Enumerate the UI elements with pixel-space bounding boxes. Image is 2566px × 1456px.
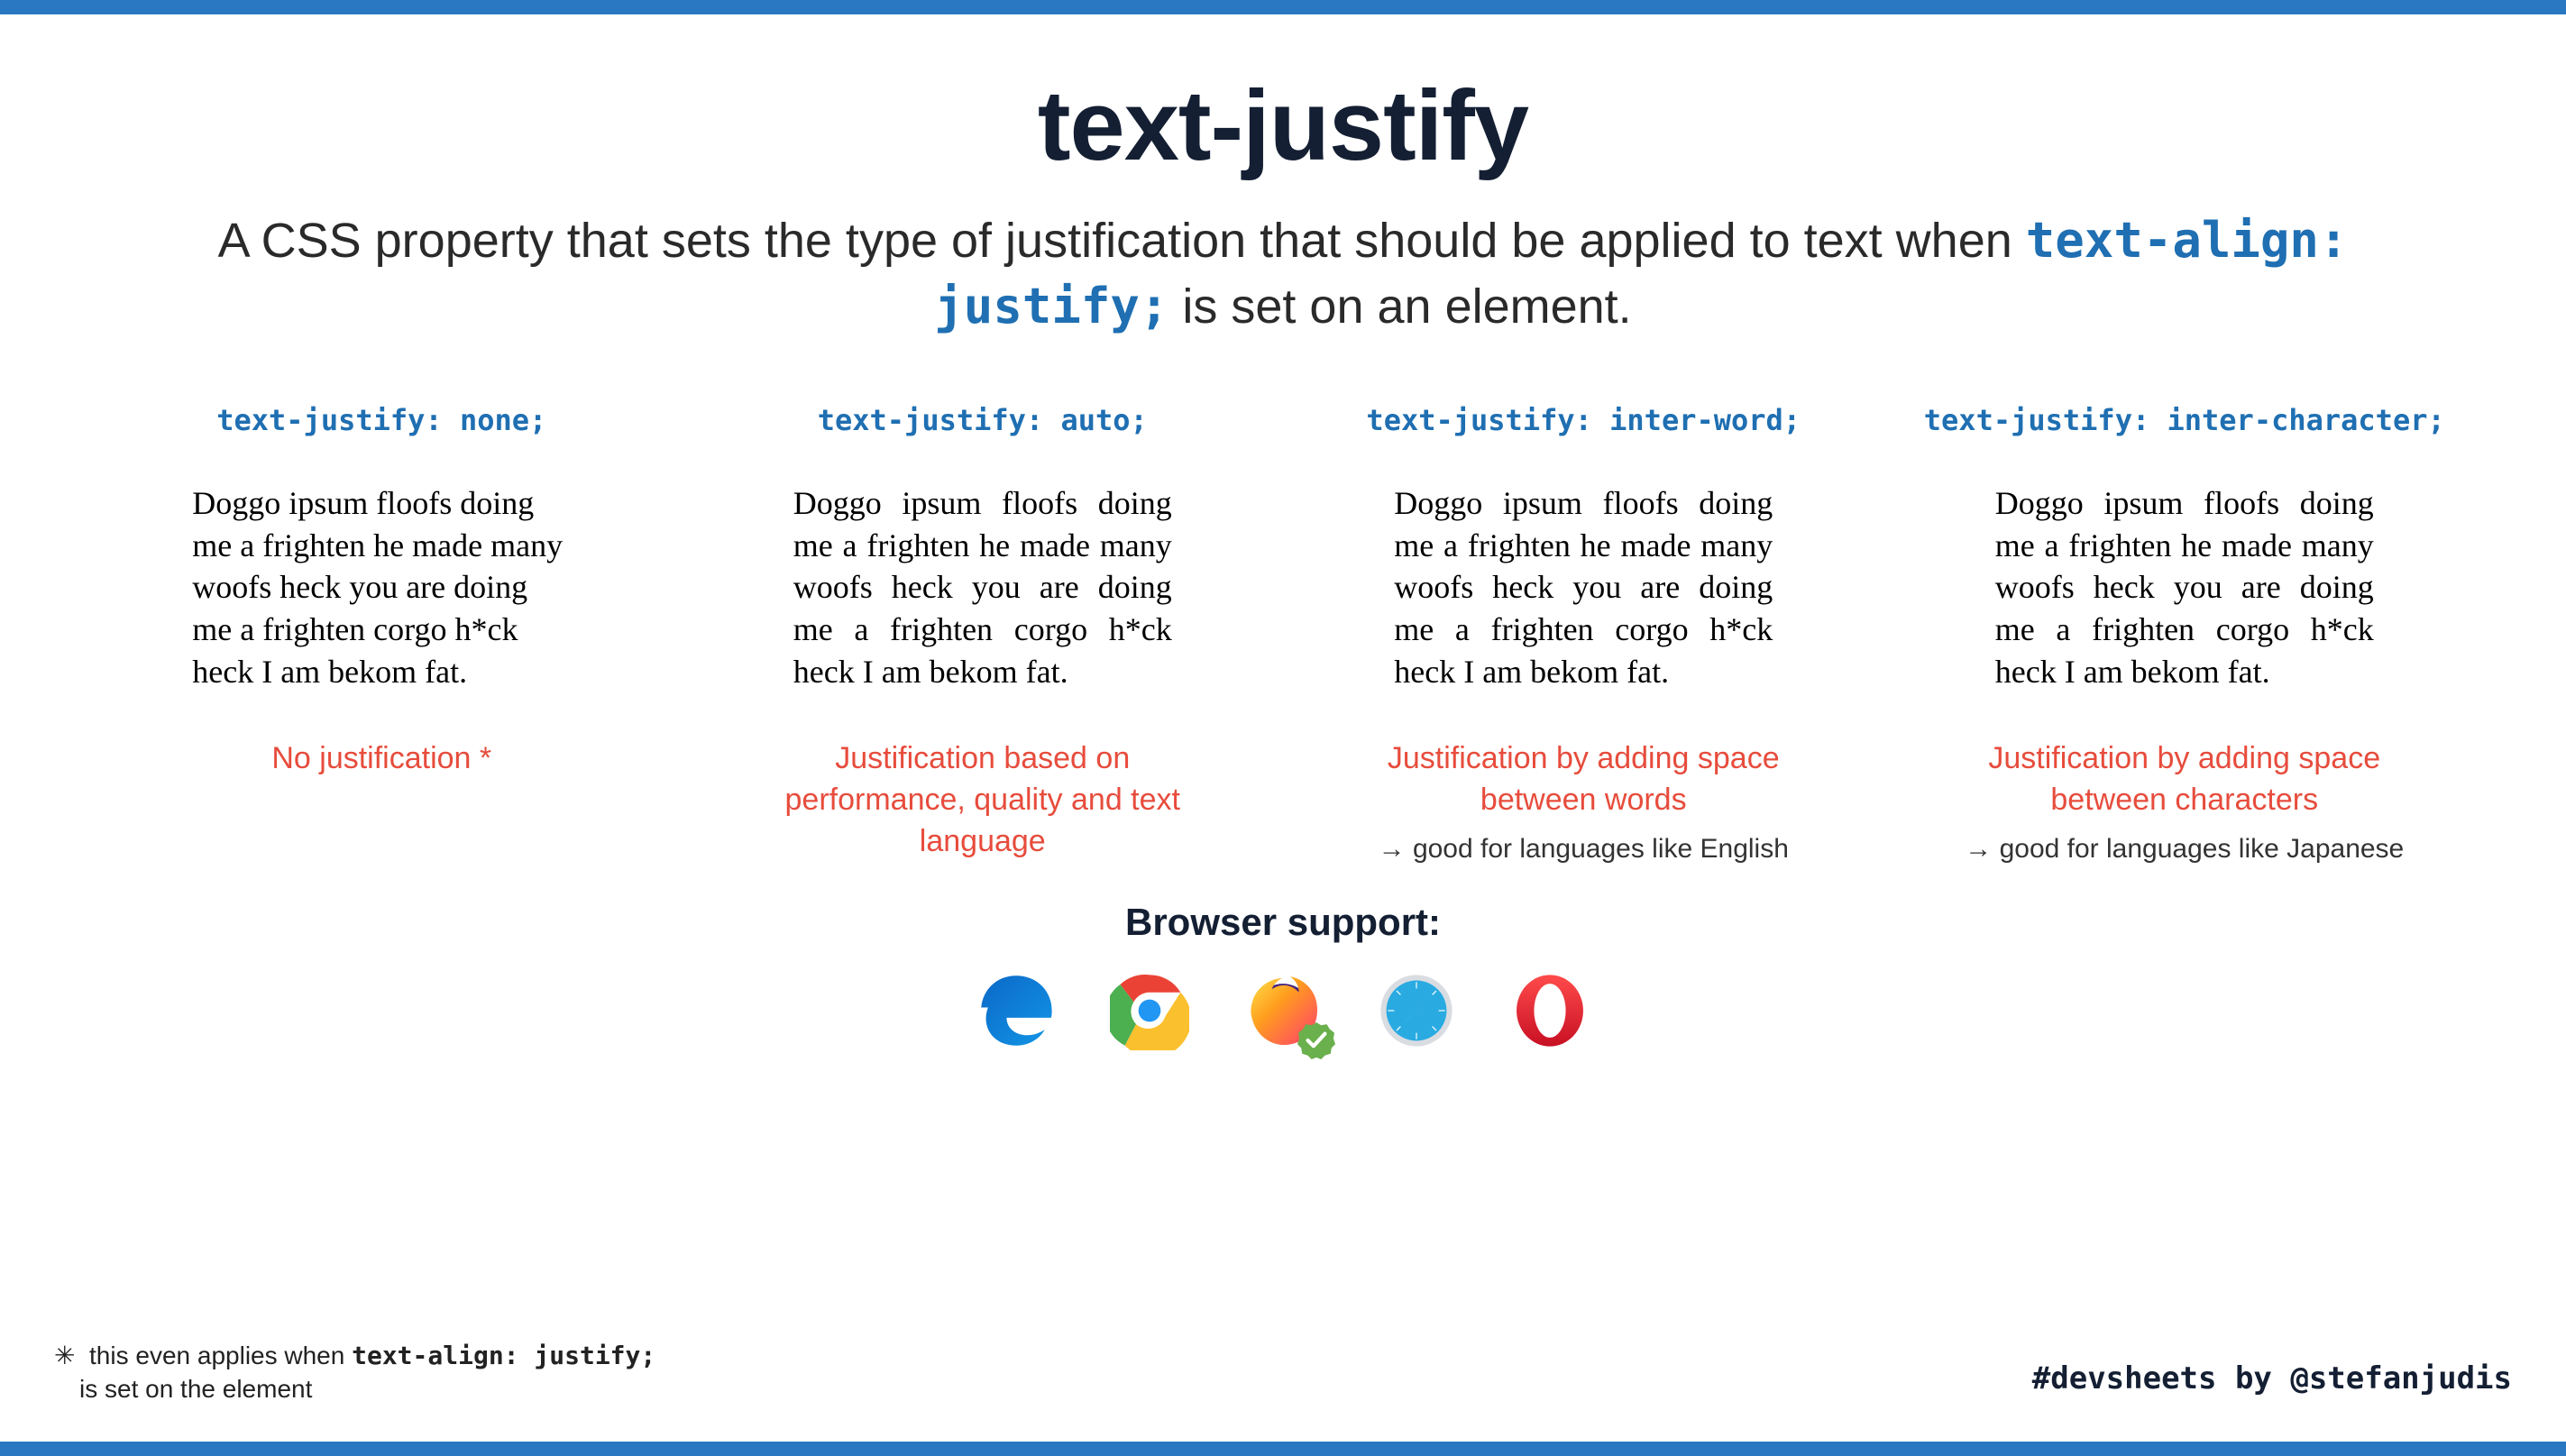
example-sample-text: Doggo ipsum floofs doing me a frighten h… (793, 482, 1172, 693)
example-caption: Justification based on performance, qual… (766, 738, 1199, 863)
footnote-marker: ✳ (54, 1342, 75, 1369)
footnote-code: text-align: justify; (352, 1341, 655, 1370)
example-hint: good for languages like Japanese (1965, 834, 2404, 865)
example-code-header: text-justify: inter-word; (1366, 403, 1801, 437)
edge-icon (976, 971, 1056, 1050)
subtitle-text-pre: A CSS property that sets the type of jus… (218, 214, 2026, 268)
example-hint: good for languages like English (1379, 834, 1789, 865)
example-caption: No justification * (271, 738, 491, 780)
full-support-badge-icon (1297, 1021, 1335, 1059)
browser-icons-row (54, 971, 2512, 1050)
firefox-icon (1243, 971, 1323, 1050)
example-auto: text-justify: auto; Doggo ipsum floofs d… (701, 403, 1266, 865)
example-code-header: text-justify: none; (216, 403, 546, 437)
credit-line: #devsheets by @stefanjudis (2032, 1360, 2512, 1396)
opera-icon (1510, 971, 1590, 1050)
example-sample-text: Doggo ipsum floofs doing me a frighten h… (192, 482, 571, 693)
subtitle-text-post: is set on an element. (1168, 279, 1631, 334)
chrome-icon (1110, 971, 1189, 1050)
dev-sheet-card: text-justify A CSS property that sets th… (0, 0, 2566, 1456)
footnote-text-pre: this even applies when (89, 1342, 352, 1369)
example-sample-text: Doggo ipsum floofs doing me a frighten h… (1995, 482, 2374, 693)
page-subtitle: A CSS property that sets the type of jus… (156, 208, 2410, 340)
example-caption: Justification by adding space between ch… (1968, 738, 2401, 821)
example-sample-text: Doggo ipsum floofs doing me a frighten h… (1394, 482, 1773, 693)
page-title: text-justify (54, 69, 2512, 183)
example-inter-word: text-justify: inter-word; Doggo ipsum fl… (1301, 403, 1866, 865)
example-code-header: text-justify: auto; (818, 403, 1148, 437)
footnote-text-post: is set on the element (79, 1373, 312, 1406)
example-code-header: text-justify: inter-character; (1924, 403, 2445, 437)
browser-support-heading: Browser support: (54, 901, 2512, 944)
examples-row: text-justify: none; Doggo ipsum floofs d… (99, 403, 2467, 865)
footnote: ✳ this even applies when text-align: jus… (54, 1340, 655, 1406)
safari-icon (1377, 971, 1456, 1050)
example-inter-character: text-justify: inter-character; Doggo ips… (1902, 403, 2468, 865)
example-none: text-justify: none; Doggo ipsum floofs d… (99, 403, 664, 865)
example-caption: Justification by adding space between wo… (1367, 738, 1800, 821)
